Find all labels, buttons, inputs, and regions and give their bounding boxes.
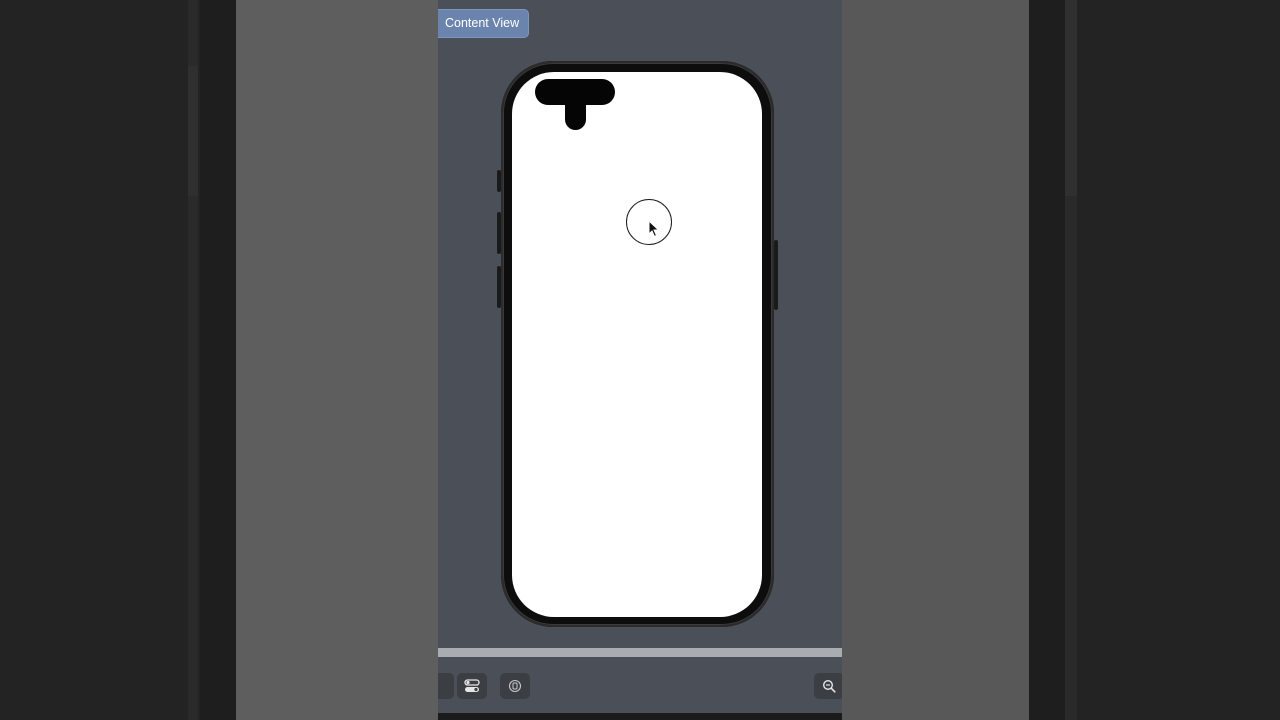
left-divider-highlight: [188, 66, 198, 196]
dynamic-island-expansion: [565, 100, 586, 130]
left-outer-background: [0, 0, 200, 720]
content-view-label: Content View: [445, 16, 520, 30]
phone-power-button: [774, 240, 778, 310]
variants-button[interactable]: [457, 673, 487, 699]
phone-frame: [501, 61, 774, 627]
phone-screen[interactable]: [512, 72, 762, 617]
partial-button[interactable]: [438, 673, 454, 699]
preview-canvas: Content View: [438, 0, 842, 720]
content-view-pill[interactable]: Content View: [438, 9, 530, 38]
screen-frame: Content View: [0, 0, 1280, 720]
device-settings-icon: [508, 679, 522, 693]
device-settings-button[interactable]: [500, 673, 530, 699]
horizontal-scrollbar[interactable]: [438, 648, 842, 657]
right-outer-background: [1077, 0, 1280, 720]
right-inner-band: [1029, 0, 1065, 720]
zoom-out-button[interactable]: [814, 673, 842, 699]
left-inner-band: [200, 0, 236, 720]
right-divider-highlight: [1065, 0, 1077, 196]
left-dimmed-panel: [236, 0, 438, 720]
zoom-out-icon: [822, 679, 836, 693]
debug-area-edge: [438, 713, 842, 720]
mouse-pointer-icon: [648, 220, 660, 238]
right-dimmed-panel: [842, 0, 1029, 720]
variants-toggle-icon: [464, 679, 480, 692]
canvas-bottom-toolbar: [438, 657, 842, 713]
